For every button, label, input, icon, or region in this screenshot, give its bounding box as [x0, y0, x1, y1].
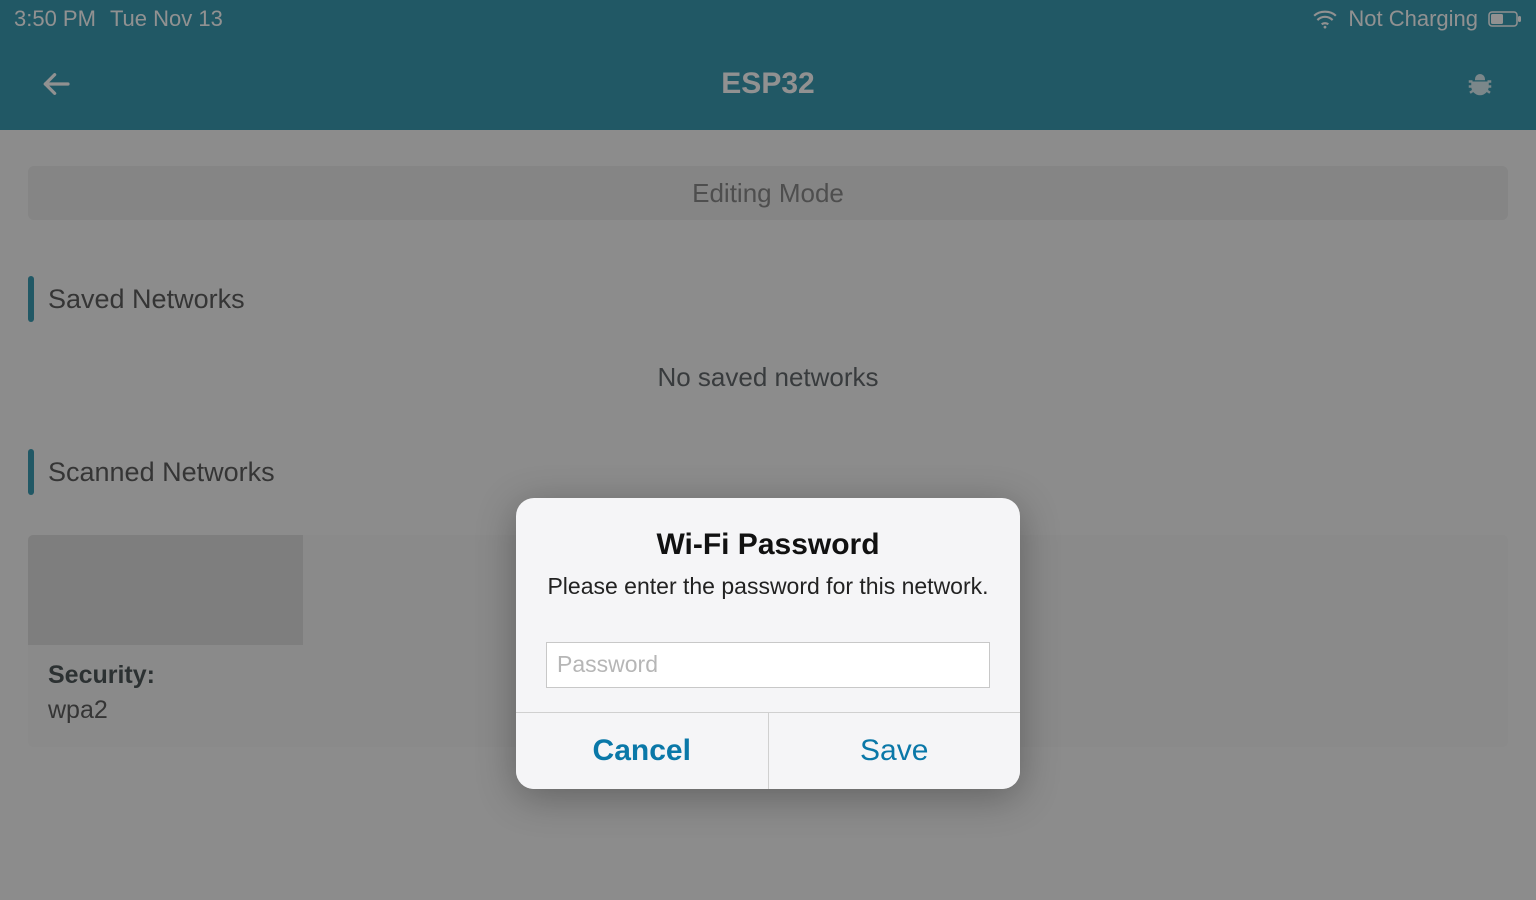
password-input[interactable]	[546, 642, 990, 688]
dialog-message: Please enter the password for this netwo…	[546, 572, 990, 602]
dialog-actions: Cancel Save	[516, 713, 1020, 789]
dialog-head: Wi-Fi Password Please enter the password…	[516, 498, 1020, 620]
save-button[interactable]: Save	[768, 713, 1021, 789]
dialog-input-wrap	[516, 620, 1020, 713]
cancel-button[interactable]: Cancel	[516, 713, 768, 789]
wifi-password-dialog: Wi-Fi Password Please enter the password…	[516, 498, 1020, 789]
dialog-title: Wi-Fi Password	[546, 528, 990, 562]
